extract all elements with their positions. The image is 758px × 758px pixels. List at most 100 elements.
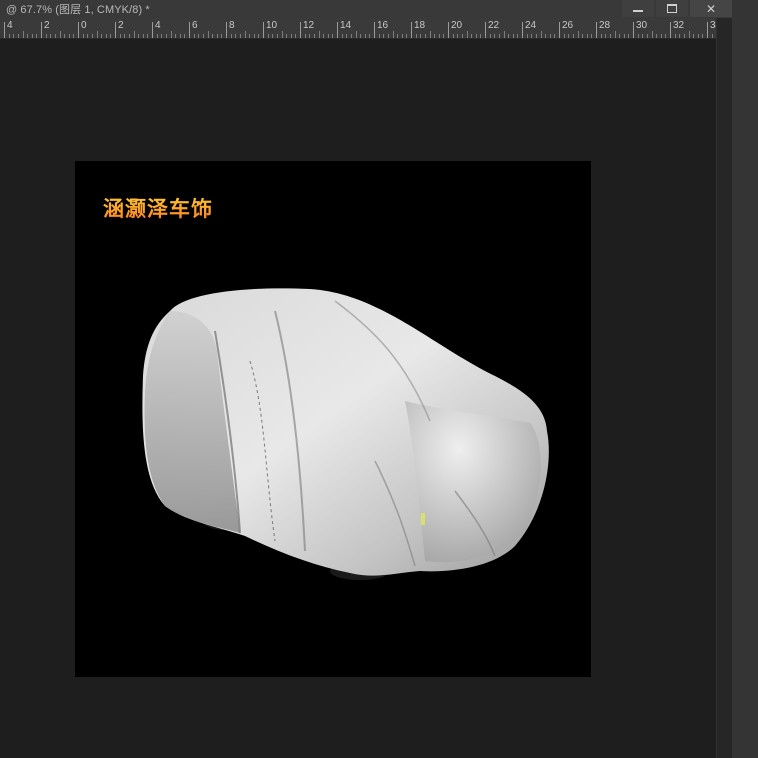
ruler-minor-tick — [397, 34, 399, 38]
ruler-minor-tick — [295, 34, 297, 38]
ruler-minor-tick — [545, 34, 547, 38]
horizontal-ruler[interactable]: 420246810121416182022242628303234 — [0, 18, 716, 39]
vertical-scrollbar[interactable] — [716, 18, 733, 758]
ruler-minor-tick — [216, 34, 218, 38]
ruler-minor-tick — [475, 34, 477, 38]
ruler-major-tick — [596, 22, 597, 38]
ruler-label: 2 — [44, 20, 50, 31]
ruler-minor-tick — [142, 34, 144, 38]
panel-edge — [732, 0, 758, 758]
ruler-minor-tick — [563, 34, 565, 38]
ruler-label: 22 — [488, 20, 500, 31]
ruler-label: 30 — [636, 20, 648, 31]
ruler-minor-tick — [272, 34, 274, 38]
ruler-minor-tick — [165, 34, 167, 38]
ruler-minor-tick — [244, 31, 246, 38]
ruler-minor-tick — [429, 31, 431, 38]
ruler-minor-tick — [101, 34, 103, 38]
ruler-minor-tick — [73, 34, 75, 38]
ruler-minor-tick — [494, 34, 496, 38]
ruler-minor-tick — [688, 31, 690, 38]
ruler-minor-tick — [642, 34, 644, 38]
ruler-minor-tick — [461, 34, 463, 38]
ruler-minor-tick — [489, 34, 491, 38]
ruler-minor-tick — [235, 34, 237, 38]
ruler-minor-tick — [36, 34, 38, 38]
ruler-minor-tick — [702, 34, 704, 38]
ruler-label: 12 — [303, 20, 315, 31]
ruler-minor-tick — [276, 34, 278, 38]
ruler-minor-tick — [480, 34, 482, 38]
document-canvas[interactable]: 涵灏泽车饰 — [75, 161, 591, 677]
ruler-minor-tick — [711, 34, 713, 38]
ruler-minor-tick — [82, 34, 84, 38]
canvas-area[interactable]: 涵灏泽车饰 — [0, 39, 716, 758]
ruler-minor-tick — [656, 34, 658, 38]
ruler-minor-tick — [665, 34, 667, 38]
ruler-minor-tick — [50, 34, 52, 38]
ruler-minor-tick — [503, 31, 505, 38]
ruler-minor-tick — [87, 34, 89, 38]
ruler-minor-tick — [540, 31, 542, 38]
ruler-minor-tick — [175, 34, 177, 38]
ruler-label: 0 — [81, 20, 87, 31]
ruler-minor-tick — [406, 34, 408, 38]
ruler-minor-tick — [387, 34, 389, 38]
ruler-minor-tick — [609, 34, 611, 38]
ruler-minor-tick — [591, 34, 593, 38]
minimize-button[interactable] — [622, 0, 654, 17]
ruler-major-tick — [4, 22, 5, 38]
ruler-minor-tick — [605, 34, 607, 38]
close-button[interactable]: ✕ — [690, 0, 732, 17]
ruler-minor-tick — [457, 34, 459, 38]
ruler-minor-tick — [13, 34, 15, 38]
ruler-minor-tick — [623, 34, 625, 38]
ruler-minor-tick — [683, 34, 685, 38]
ruler-minor-tick — [660, 34, 662, 38]
ruler-minor-tick — [323, 34, 325, 38]
maximize-button[interactable] — [656, 0, 688, 17]
ruler-minor-tick — [434, 34, 436, 38]
ruler-minor-tick — [369, 34, 371, 38]
ruler-major-tick — [411, 22, 412, 38]
ruler-minor-tick — [184, 34, 186, 38]
minimize-icon — [633, 9, 643, 12]
ruler-minor-tick — [355, 31, 357, 38]
ruler-major-tick — [78, 22, 79, 38]
ruler-minor-tick — [471, 34, 473, 38]
ruler-minor-tick — [614, 31, 616, 38]
ruler-major-tick — [670, 22, 671, 38]
ruler-major-tick — [41, 22, 42, 38]
ruler-minor-tick — [156, 34, 158, 38]
ruler-minor-tick — [212, 34, 214, 38]
watermark-text: 涵灏泽车饰 — [103, 193, 213, 223]
ruler-minor-tick — [8, 34, 10, 38]
ruler-minor-tick — [586, 34, 588, 38]
ruler-minor-tick — [304, 34, 306, 38]
ruler-minor-tick — [582, 34, 584, 38]
ruler-minor-tick — [350, 34, 352, 38]
ruler-label: 24 — [525, 20, 537, 31]
ruler-label: 8 — [229, 20, 235, 31]
ruler-minor-tick — [17, 34, 19, 38]
ruler-minor-tick — [193, 34, 195, 38]
ruler-minor-tick — [346, 34, 348, 38]
ruler-minor-tick — [378, 34, 380, 38]
ruler-label: 28 — [599, 20, 611, 31]
ruler-minor-tick — [54, 34, 56, 38]
ruler-minor-tick — [554, 34, 556, 38]
ruler-minor-tick — [517, 34, 519, 38]
ruler-minor-tick — [327, 34, 329, 38]
reflective-strip — [421, 513, 425, 525]
ruler-label: 2 — [118, 20, 124, 31]
close-icon: ✕ — [705, 1, 717, 16]
ruler-minor-tick — [646, 34, 648, 38]
ruler-major-tick — [522, 22, 523, 38]
ruler-minor-tick — [383, 34, 385, 38]
ruler-minor-tick — [161, 34, 163, 38]
ruler-minor-tick — [105, 34, 107, 38]
ruler-minor-tick — [207, 31, 209, 38]
ruler-minor-tick — [674, 34, 676, 38]
ruler-minor-tick — [124, 34, 126, 38]
ruler-minor-tick — [27, 34, 29, 38]
